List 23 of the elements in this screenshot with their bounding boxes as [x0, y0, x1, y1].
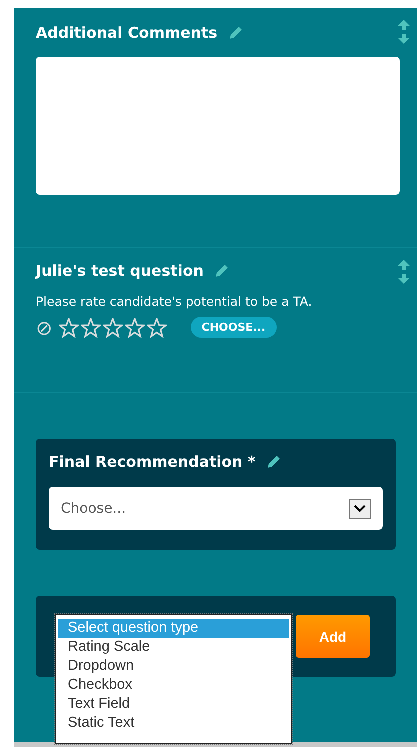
star-icon[interactable] [80, 318, 101, 338]
move-arrows-icon[interactable] [397, 20, 411, 44]
star-icon[interactable] [102, 318, 123, 338]
question-prompt: Please rate candidate's potential to be a TA. [36, 294, 314, 309]
question-type-listbox[interactable]: Select question type Rating Scale Dropdown Checkbox Text Field Static Text [55, 614, 292, 744]
clear-rating-icon[interactable]: ⊘ [36, 318, 53, 338]
recommendation-dropdown[interactable]: Choose... [49, 487, 383, 530]
section-title: Julie's test question [36, 262, 204, 280]
card-title: Final Recommendation * [49, 453, 256, 471]
star-icon[interactable] [146, 318, 167, 338]
star-rating[interactable] [58, 318, 167, 338]
comments-field[interactable] [36, 57, 400, 195]
question-type-option[interactable]: Text Field [58, 695, 289, 714]
question-type-option[interactable]: Rating Scale [58, 638, 289, 657]
star-icon[interactable] [58, 318, 79, 338]
pencil-icon[interactable] [266, 454, 282, 470]
question-type-option[interactable]: Static Text [58, 714, 289, 733]
star-icon[interactable] [124, 318, 145, 338]
section-title: Additional Comments [36, 24, 218, 42]
question-type-option[interactable]: Checkbox [58, 676, 289, 695]
move-arrows-icon[interactable] [397, 260, 411, 284]
caret-icon[interactable] [349, 498, 371, 518]
question-type-option[interactable]: Dropdown [58, 657, 289, 676]
